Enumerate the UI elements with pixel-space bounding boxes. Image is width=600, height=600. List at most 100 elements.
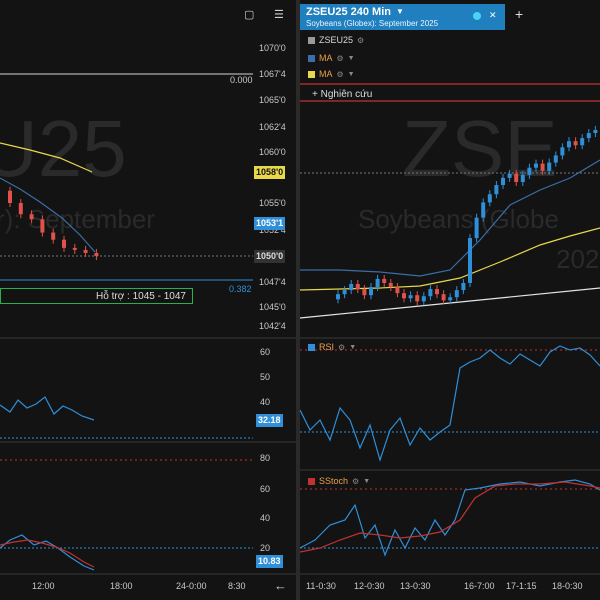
left-chart-panel[interactable]: U25 r): September 1070'0 1067'4 1065'0 1062'4… [0,0,296,600]
rsi-legend[interactable]: RSI ⚙ ▼ [308,342,356,352]
price-tick-label: 1067'4 [259,69,286,79]
candle-body [51,232,56,240]
watermark: U25 [0,104,127,193]
chart-title: ZSEU25 240 Min [306,6,391,18]
swatch-icon [308,36,315,44]
time-tick-label: 17-1:15 [506,581,537,591]
research-button[interactable]: + Nghiên cứu [312,89,372,100]
legend-label: MA [319,69,333,79]
candle-body [342,290,347,295]
gear-icon[interactable]: ⚙ [337,70,344,79]
candle-body [336,294,340,300]
stoch-k-line [300,479,600,557]
legend-item-ma-yellow[interactable]: MA ⚙ ▼ [308,69,355,79]
price-tick-label: 1055'0 [259,198,286,208]
stoch-tick-label: 40 [260,513,270,523]
price-tick-label: 1042'4 [259,321,286,331]
price-tick-label: 1065'0 [259,95,286,105]
rsi-label: RSI [319,342,335,352]
candle-body [421,296,426,302]
chart-header[interactable]: ZSEU25 240 Min ▼ Soybeans (Globex): Sept… [300,4,505,30]
watermark: ZSE [402,104,558,193]
candle-body [540,163,545,171]
candle-body [586,133,591,139]
stoch-tick-label: 20 [260,543,270,553]
status-dot-icon [473,12,481,20]
legend-item-ma-blue[interactable]: MA ⚙ ▼ [308,53,355,63]
support-zone-box[interactable]: Hỗ trợ : 1045 - 1047 [0,288,193,304]
candle-body [388,282,393,288]
watermark-sub: Soybeans (Globe [358,204,559,234]
time-tick-label: 11-0:30 [306,581,336,591]
stoch-legend[interactable]: SStoch ⚙ ▼ [308,476,370,486]
fib-label-382: 0.382 [229,284,252,294]
gear-icon[interactable]: ⚙ [338,343,345,352]
plus-icon: + [312,89,321,100]
time-tick-label: 12-0:30 [354,581,385,591]
swatch-icon [308,54,315,62]
candle-body [29,214,34,220]
time-tick-label: 13-0:30 [400,581,431,591]
candle-body [514,173,519,182]
candle-body [441,294,446,301]
time-tick-label: 18-0:30 [552,581,583,591]
gear-icon[interactable]: ⚙ [357,36,364,45]
swatch-icon [308,343,315,351]
time-tick-label: 16-7:00 [464,581,495,591]
ma-yellow-line [300,227,600,291]
candle-body [560,147,565,156]
legend-item-symbol[interactable]: ZSEU25 ⚙ [308,35,364,45]
menu-icon[interactable]: ☰ [274,8,284,21]
research-label: Nghiên cứu [320,89,373,100]
chevron-down-icon[interactable]: ▼ [348,71,355,78]
time-tick-label: 12:00 [32,581,55,591]
candle-body [448,297,453,301]
window-icon[interactable]: ▢ [244,8,254,21]
time-tick-label: 24-0:00 [176,581,207,591]
candle-body [520,174,525,182]
gear-icon[interactable]: ⚙ [337,54,344,63]
candle-body [402,293,406,299]
chevron-down-icon[interactable]: ▼ [349,344,356,351]
legend-label: ZSEU25 [319,35,354,45]
gear-icon[interactable]: ⚙ [352,477,359,486]
candle-body [580,138,585,146]
chevron-down-icon[interactable]: ▼ [363,478,370,485]
candle-body [94,252,99,257]
candle-body [507,173,512,178]
price-tick-label: 1070'0 [259,43,286,53]
rsi-line [0,396,95,421]
close-icon[interactable]: ✕ [489,10,497,21]
stoch-label: SStoch [319,476,349,486]
candle-body [349,283,354,291]
right-chart-panel[interactable]: ZSE Soybeans (Globe 202 11-0:30 12-0:30 13-0:… [300,0,600,600]
candle-body [428,289,433,297]
fib-label-0: 0.000 [230,75,253,85]
candle-body [18,203,23,215]
candle-body [435,289,439,295]
back-arrow-icon[interactable]: ← [274,578,287,593]
stoch-tick-label: 80 [260,453,270,463]
add-chart-icon[interactable]: + [515,6,523,22]
candle-body [487,194,492,203]
candle-body [461,282,466,291]
chart-subtitle: Soybeans (Globex): September 2025 [306,19,439,28]
candle-body [8,190,12,203]
rsi-line [300,345,600,463]
candle-body [375,278,380,288]
chevron-down-icon[interactable]: ▼ [396,7,404,16]
candle-body [454,290,459,298]
stoch-value-tag: 10.83 [256,555,283,568]
price-tag-blue: 1053'1 [254,217,286,230]
candle-body [369,287,373,296]
price-tick-label: 1062'4 [259,122,286,132]
candle-body [468,238,472,283]
chevron-down-icon[interactable]: ▼ [348,55,355,62]
candle-body [553,155,558,163]
watermark-year: 202 [556,244,599,274]
candle-body [408,295,413,299]
candle-body [474,217,479,239]
candle-body [83,249,88,253]
rsi-value-tag: 32.18 [256,414,283,427]
price-tag-yellow: 1058'0 [254,166,286,179]
